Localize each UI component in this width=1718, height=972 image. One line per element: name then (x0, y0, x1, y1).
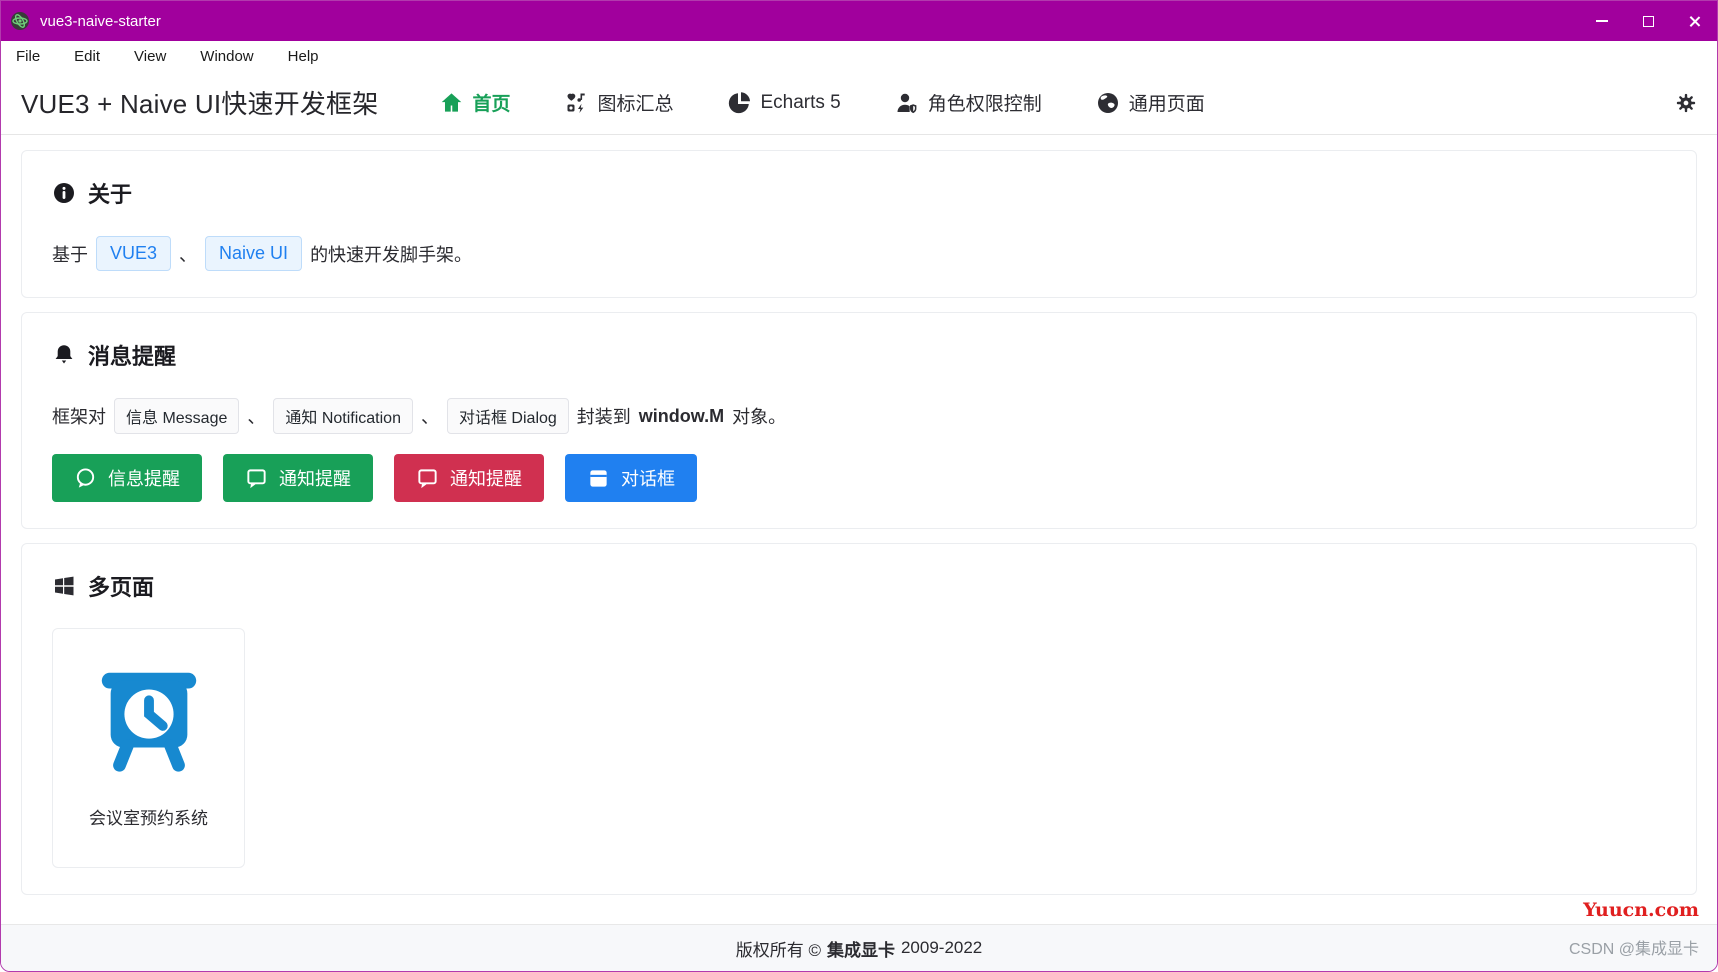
notification-bubble-icon (416, 467, 439, 490)
nav-item-roles[interactable]: 角色权限控制 (895, 89, 1042, 116)
message-bubble-icon (74, 467, 97, 490)
window-controls (1579, 1, 1717, 41)
nav-label: 首页 (472, 89, 510, 116)
vue3-link[interactable]: VUE3 (96, 236, 171, 271)
message-card-title: 消息提醒 (88, 339, 176, 371)
csdn-watermark: CSDN @集成显卡 (1569, 935, 1699, 959)
tile-label: 会议室预约系统 (53, 804, 244, 829)
site-watermark: Yuucn.com (1583, 899, 1699, 921)
separator: 、 (421, 403, 439, 429)
maximize-icon (1643, 16, 1654, 27)
message-text-mid: 封装到 (577, 403, 631, 429)
pages-card: 多页面 会议室预约系统 (21, 543, 1697, 895)
app-icon (10, 11, 30, 31)
about-text-suffix: 的快速开发脚手架。 (310, 241, 472, 267)
pages-card-title: 多页面 (88, 570, 154, 602)
footer-text-prefix: 版权所有 © (736, 936, 821, 961)
home-icon (440, 91, 463, 114)
nav-item-echarts[interactable]: Echarts 5 (727, 91, 840, 115)
dialog-window-icon (587, 467, 610, 490)
separator: 、 (247, 403, 265, 429)
menu-file[interactable]: File (12, 46, 44, 67)
meeting-room-tile[interactable]: 会议室预约系统 (52, 628, 245, 868)
window-m-object: window.M (639, 406, 724, 427)
separator: 、 (179, 241, 197, 267)
footer: 版权所有 © 集成显卡 2009-2022 (1, 924, 1717, 971)
maximize-button[interactable] (1625, 1, 1671, 41)
info-icon (52, 181, 76, 205)
chip-dialog: 对话框 Dialog (447, 398, 569, 434)
minimize-icon (1596, 20, 1608, 22)
nav-label: 图标汇总 (597, 89, 673, 116)
main-content: 关于 基于 VUE3 、 Naive UI 的快速开发脚手架。 消息提醒 框架对 (1, 135, 1717, 924)
about-card: 关于 基于 VUE3 、 Naive UI 的快速开发脚手架。 (21, 150, 1697, 298)
nav-label: 通用页面 (1129, 89, 1205, 116)
pie-chart-icon (727, 91, 751, 115)
menu-help[interactable]: Help (284, 46, 323, 67)
button-label: 通知提醒 (279, 465, 351, 491)
button-label: 信息提醒 (108, 465, 180, 491)
button-label: 对话框 (621, 465, 675, 491)
footer-text-suffix: 2009-2022 (901, 938, 982, 958)
nav-label: 角色权限控制 (928, 89, 1042, 116)
globe-icon (1096, 91, 1120, 115)
settings-button[interactable] (1675, 92, 1697, 114)
app-header: VUE3 + Naive UI快速开发框架 首页 图标汇总 (1, 71, 1717, 135)
chip-message: 信息 Message (114, 398, 239, 434)
gear-icon (1675, 92, 1697, 114)
menu-view[interactable]: View (130, 46, 170, 67)
close-button[interactable] (1671, 1, 1717, 41)
icon-collection-icon (564, 91, 588, 115)
footer-brand: 集成显卡 (827, 936, 895, 961)
nav-item-common[interactable]: 通用页面 (1096, 89, 1205, 116)
about-card-heading: 关于 (52, 177, 1666, 209)
close-icon (1688, 15, 1701, 28)
bell-icon (52, 343, 76, 367)
menu-window[interactable]: Window (196, 46, 257, 67)
windows-icon (52, 574, 76, 598)
notification-bubble-icon (245, 467, 268, 490)
meeting-board-icon (90, 661, 208, 779)
notify-alert-button-red[interactable]: 通知提醒 (394, 454, 544, 502)
message-card: 消息提醒 框架对 信息 Message 、 通知 Notification 、 … (21, 312, 1697, 529)
menu-edit[interactable]: Edit (70, 46, 104, 67)
minimize-button[interactable] (1579, 1, 1625, 41)
main-nav: 首页 图标汇总 Echarts 5 (440, 89, 1204, 116)
dialog-button[interactable]: 对话框 (565, 454, 697, 502)
role-permission-icon (895, 91, 919, 115)
about-card-title: 关于 (88, 177, 132, 209)
notify-alert-button-green[interactable]: 通知提醒 (223, 454, 373, 502)
message-card-heading: 消息提醒 (52, 339, 1666, 371)
chip-notification: 通知 Notification (273, 398, 413, 434)
message-text-suffix: 对象。 (732, 403, 786, 429)
message-alert-button[interactable]: 信息提醒 (52, 454, 202, 502)
naive-ui-link[interactable]: Naive UI (205, 236, 302, 271)
message-buttons-row: 信息提醒 通知提醒 通知提醒 (52, 454, 1666, 502)
menubar: File Edit View Window Help (1, 41, 1717, 71)
message-text-prefix: 框架对 (52, 403, 106, 429)
message-card-text: 框架对 信息 Message 、 通知 Notification 、 对话框 D… (52, 398, 1666, 434)
nav-item-icons[interactable]: 图标汇总 (564, 89, 673, 116)
titlebar: vue3-naive-starter (1, 1, 1717, 41)
page-title: VUE3 + Naive UI快速开发框架 (21, 84, 378, 121)
about-card-text: 基于 VUE3 、 Naive UI 的快速开发脚手架。 (52, 236, 1666, 271)
about-text-prefix: 基于 (52, 241, 88, 267)
button-label: 通知提醒 (450, 465, 522, 491)
app-window: vue3-naive-starter File Edit View Window… (0, 0, 1718, 972)
window-title: vue3-naive-starter (40, 13, 161, 30)
nav-label: Echarts 5 (760, 92, 840, 114)
nav-item-home[interactable]: 首页 (440, 89, 510, 116)
pages-card-heading: 多页面 (52, 570, 1666, 602)
